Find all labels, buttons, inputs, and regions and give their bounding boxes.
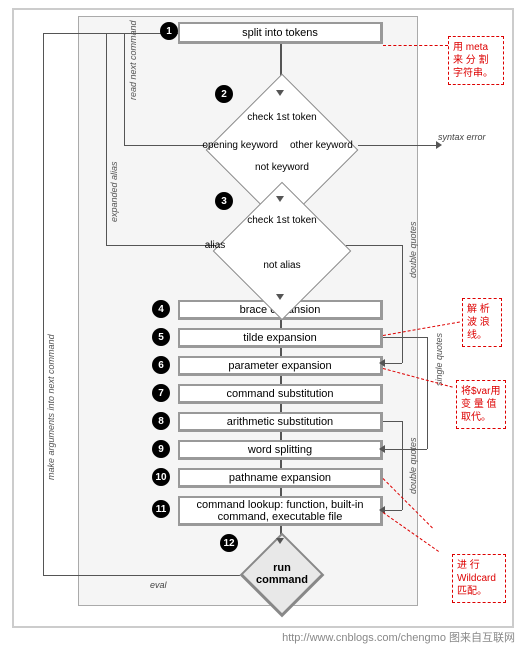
badge-12: 12 [220,534,238,552]
syntax-error-label: syntax error [438,132,486,142]
step-1-box: split into tokens [178,22,383,44]
step-7-text: command substitution [227,388,334,400]
step-9-box: word splitting [178,440,383,460]
d3-bot: not alias [252,260,312,271]
badge-7: 7 [152,384,170,402]
step-9-text: word splitting [248,444,312,456]
step-11-box: command lookup: function, built-in comma… [178,496,383,526]
step-5-text: tilde expansion [243,332,316,344]
d3-top: check 1st token [242,215,322,226]
step-6-text: parameter expansion [228,360,331,372]
badge-4: 4 [152,300,170,318]
badge-10: 10 [152,468,170,486]
badge-3: 3 [215,192,233,210]
badge-9: 9 [152,440,170,458]
d3-left: alias [195,240,235,251]
step-1-text: split into tokens [242,27,318,39]
expanded-alias-label: expanded alias [109,161,119,222]
eval-label: eval [150,580,167,590]
single-quotes-label: single quotes [434,333,444,386]
badge-5: 5 [152,328,170,346]
badge-1: 1 [160,22,178,40]
make-args-label: make arguments into next command [46,334,56,480]
step-7-box: command substitution [178,384,383,404]
footer-text: http://www.cnblogs.com/chengmo 图来自互联网 [282,629,515,645]
d2-left: opening keyword [188,140,278,151]
note-1: 用 meta 来 分 割 字符串。 [448,36,504,85]
step-8-box: arithmetic substitution [178,412,383,432]
step-10-text: pathname expansion [229,472,331,484]
d2-bot: not keyword [250,162,314,173]
note-2: 解 析 波 浪 线。 [462,298,502,347]
step-11-text: command lookup: function, built-in comma… [186,499,374,523]
step-10-box: pathname expansion [178,468,383,488]
double-quotes-label: double quotes [408,221,418,278]
badge-11: 11 [152,500,170,518]
step-6-box: parameter expansion [178,356,383,376]
note-3: 将$var用 变 量 值 取代。 [456,380,506,429]
double-quotes2-label: double quotes [408,437,418,494]
d2-top: check 1st token [240,112,324,123]
run-text: runcommand [242,562,322,586]
badge-6: 6 [152,356,170,374]
note-4: 进 行 Wildcard 匹配。 [452,554,506,603]
d2-right: other keyword [290,140,380,151]
badge-2: 2 [215,85,233,103]
badge-8: 8 [152,412,170,430]
step-5-box: tilde expansion [178,328,383,348]
step-8-text: arithmetic substitution [227,416,333,428]
